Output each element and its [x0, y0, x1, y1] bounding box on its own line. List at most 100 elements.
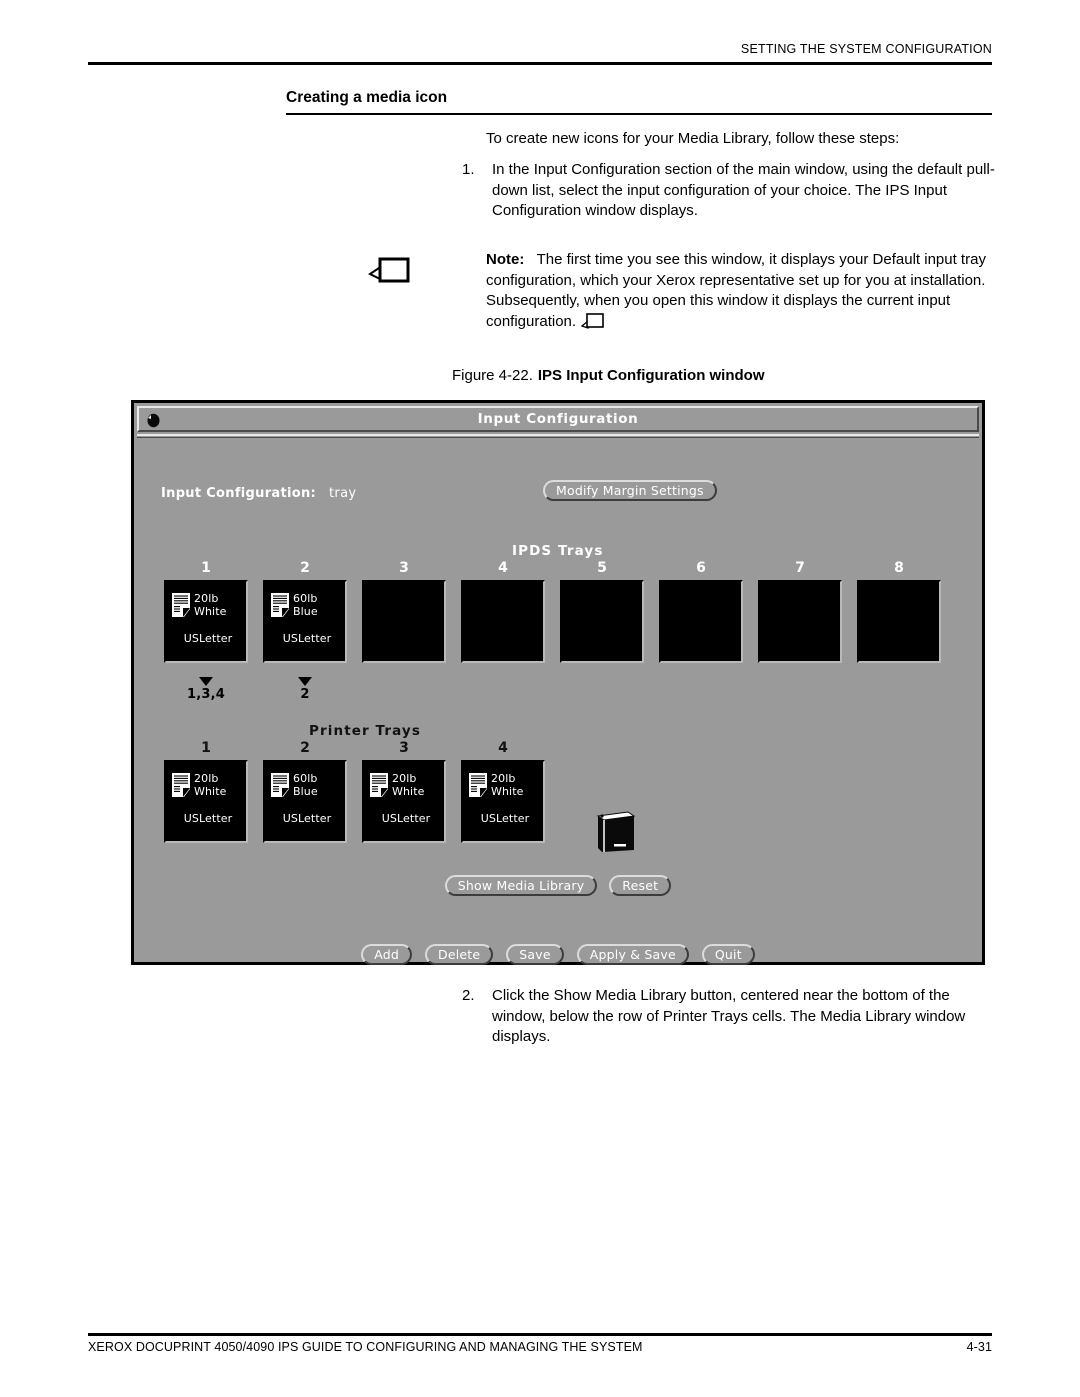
- media-size-label: USLetter: [381, 812, 431, 825]
- input-configuration-field: Input Configuration: tray: [161, 486, 356, 501]
- tray-cell-wrapper: 3: [362, 560, 446, 663]
- tray-mapping-cell: [758, 677, 842, 702]
- chevron-down-icon: [199, 677, 213, 686]
- note-flag-icon: [368, 256, 410, 286]
- window-apply-save-button[interactable]: Apply & Save: [576, 944, 689, 965]
- window-save-button[interactable]: Save: [506, 944, 564, 965]
- window-menu-icon[interactable]: [145, 412, 162, 429]
- tray-cell-wrapper: 2 60lb Blue USLetter: [263, 560, 347, 663]
- tray-cell-wrapper: 5: [560, 560, 644, 663]
- tray-number: 5: [597, 560, 607, 576]
- media-description: 60lb Blue: [293, 772, 318, 798]
- window-delete-button[interactable]: Delete: [425, 944, 494, 965]
- media-size-label: USLetter: [282, 632, 332, 645]
- tray-cell-wrapper: 3 20lb White USLetter: [362, 740, 446, 843]
- book-icon[interactable]: [594, 806, 636, 854]
- page-title: Creating a media icon: [286, 89, 448, 106]
- figure-caption: Figure 4-22. IPS Input Configuration wind…: [452, 367, 765, 384]
- ipds-trays-heading: IPDS Trays: [512, 543, 604, 559]
- tray-number: 3: [399, 740, 409, 756]
- media-size-label: USLetter: [480, 812, 530, 825]
- paper-icon: [270, 772, 290, 798]
- footer-title: XEROX DOCUPRINT 4050/4090 IPS GUIDE TO C…: [88, 1340, 643, 1354]
- step-2-number: 2.: [462, 987, 475, 1004]
- modify-margin-settings-button-wrap: Modify Margin Settings: [543, 480, 717, 501]
- media-description: 60lb Blue: [293, 592, 318, 618]
- figure-title: IPS Input Configuration window: [537, 367, 765, 384]
- tray-mapping-cell: [362, 677, 446, 702]
- tray-cell-wrapper: 8: [857, 560, 941, 663]
- tray-cell-wrapper: 4: [461, 560, 545, 663]
- window-action-button-row: Add Delete Save Apply & Save Quit: [134, 944, 982, 965]
- step-2: 2. Click the Show Media Library button, …: [462, 986, 996, 1048]
- window-show-media-library-button[interactable]: Show Media Library: [444, 875, 598, 896]
- window-titlebar: Input Configuration: [137, 406, 979, 432]
- step-2-text: Click the Show Media Library button, cen…: [492, 987, 966, 1045]
- tray-cell-empty[interactable]: [362, 580, 446, 663]
- tray-cell-filled[interactable]: 60lb Blue USLetter: [263, 580, 347, 663]
- tray-number: 3: [399, 560, 409, 576]
- tray-cell-empty[interactable]: [461, 580, 545, 663]
- modify-margin-settings-button[interactable]: Modify Margin Settings: [543, 480, 717, 501]
- tray-cell-wrapper: 7: [758, 560, 842, 663]
- figure-number: Figure 4-22.: [452, 367, 533, 384]
- ipds-tray-mapping-row: 1,3,4 2: [164, 677, 941, 702]
- tray-mapping-cell: [560, 677, 644, 702]
- media-size-label: USLetter: [282, 812, 332, 825]
- media-icon: 20lb White: [171, 592, 227, 618]
- step-1: 1. In the Input Configuration section of…: [462, 160, 996, 222]
- tray-cell-filled[interactable]: 20lb White USLetter: [461, 760, 545, 843]
- step-1-text: In the Input Configuration section of th…: [492, 161, 995, 219]
- page-footer: XEROX DOCUPRINT 4050/4090 IPS GUIDE TO C…: [88, 1340, 992, 1354]
- tray-number: 4: [498, 740, 508, 756]
- media-size-label: USLetter: [183, 812, 233, 825]
- note-flag-inline-icon: [580, 312, 605, 329]
- tray-cell-filled[interactable]: 60lb Blue USLetter: [263, 760, 347, 843]
- note-block: Note: The first time you see this window…: [486, 250, 998, 332]
- printer-trays-heading: Printer Trays: [309, 723, 421, 739]
- tray-mapping-label: 1,3,4: [186, 687, 225, 702]
- tray-number: 4: [498, 560, 508, 576]
- tray-cell-wrapper: 6: [659, 560, 743, 663]
- media-description: 20lb White: [491, 772, 524, 798]
- media-description: 20lb White: [392, 772, 425, 798]
- media-library-button-row: Show Media Library Reset: [134, 875, 982, 896]
- window-add-button[interactable]: Add: [361, 944, 413, 965]
- media-icon: 60lb Blue: [270, 772, 318, 798]
- tray-mapping-cell: [461, 677, 545, 702]
- tray-cell-filled[interactable]: 20lb White USLetter: [164, 760, 248, 843]
- paper-icon: [369, 772, 389, 798]
- media-size-label: USLetter: [183, 632, 233, 645]
- tray-cell-filled[interactable]: 20lb White USLetter: [362, 760, 446, 843]
- input-configuration-label: Input Configuration:: [161, 486, 317, 501]
- tray-number: 7: [795, 560, 805, 576]
- input-configuration-value[interactable]: tray: [329, 486, 356, 501]
- tray-number: 1: [201, 740, 211, 756]
- window-reset-button[interactable]: Reset: [609, 875, 672, 896]
- tray-cell-filled[interactable]: 20lb White USLetter: [164, 580, 248, 663]
- media-icon: 20lb White: [369, 772, 425, 798]
- paper-icon: [171, 772, 191, 798]
- tray-cell-wrapper: 1 20lb White USLetter: [164, 560, 248, 663]
- intro-paragraph: To create new icons for your Media Libra…: [486, 130, 900, 147]
- tray-number: 2: [300, 740, 310, 756]
- media-description: 20lb White: [194, 592, 227, 618]
- tray-mapping-label: 2: [300, 687, 310, 702]
- tray-cell-empty[interactable]: [659, 580, 743, 663]
- ipds-trays-row: 1 20lb White USLetter 2 60lb Blue USLetter 3 4 5 6 7…: [164, 560, 941, 663]
- paper-icon: [270, 592, 290, 618]
- tray-cell-empty[interactable]: [758, 580, 842, 663]
- window-title: Input Configuration: [477, 411, 639, 427]
- tray-number: 6: [696, 560, 706, 576]
- intro-paragraph-block: To create new icons for your Media Libra…: [486, 129, 996, 150]
- window-body: Input Configuration: tray Modify Margin …: [134, 438, 982, 965]
- tray-cell-empty[interactable]: [560, 580, 644, 663]
- running-header: SETTING THE SYSTEM CONFIGURATION: [88, 40, 992, 58]
- running-header-text: SETTING THE SYSTEM CONFIGURATION: [740, 42, 992, 56]
- tray-cell-wrapper: 1 20lb White USLetter: [164, 740, 248, 843]
- paper-icon: [171, 592, 191, 618]
- tray-cell-empty[interactable]: [857, 580, 941, 663]
- window-quit-button[interactable]: Quit: [701, 944, 755, 965]
- media-icon: 60lb Blue: [270, 592, 318, 618]
- media-icon: 20lb White: [468, 772, 524, 798]
